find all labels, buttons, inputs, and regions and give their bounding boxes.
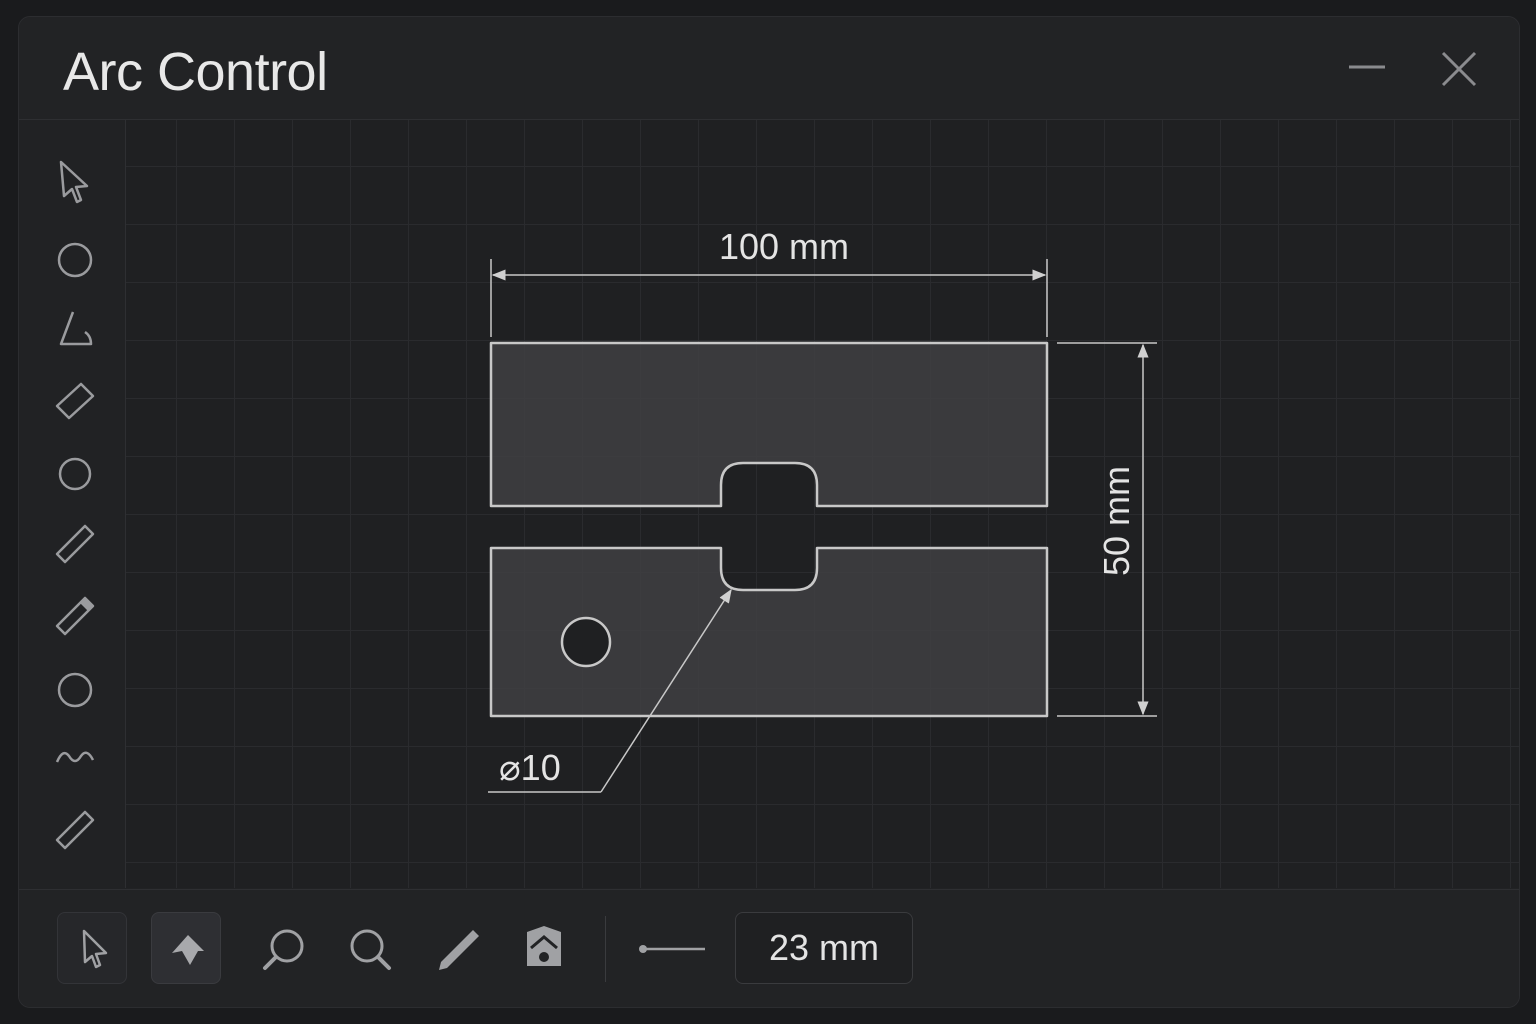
- titlebar: Arc Control: [19, 17, 1519, 120]
- width-dimension-label: 100 mm: [719, 226, 849, 267]
- ruler-icon: [55, 596, 95, 636]
- tool-circle[interactable]: [47, 232, 103, 288]
- tool-angle[interactable]: [47, 302, 103, 358]
- home-icon: [527, 926, 561, 966]
- app-window: Arc Control 100 mm 50 mm ⌀10 23 mm: [18, 16, 1520, 1008]
- close-button[interactable]: [1437, 47, 1481, 91]
- pencil-icon: [439, 930, 479, 970]
- pencil-button[interactable]: [423, 912, 493, 984]
- home-button[interactable]: [509, 912, 579, 984]
- select-tool-button[interactable]: [57, 912, 127, 984]
- zoom-icon: [350, 929, 391, 970]
- toolbar-divider: [605, 916, 606, 982]
- pointer-icon: [59, 160, 89, 204]
- zoom-button[interactable]: [335, 912, 405, 984]
- tool-sidebar: [19, 120, 126, 888]
- tool-ruler[interactable]: [47, 588, 103, 644]
- arc-arrow-icon: [172, 935, 204, 965]
- cad-drawing: 100 mm 50 mm ⌀10: [488, 226, 1157, 793]
- height-dimension: 50 mm: [1057, 342, 1157, 717]
- tool-wave[interactable]: [47, 730, 103, 786]
- search-button[interactable]: [249, 912, 319, 984]
- hole-callout-label: ⌀10: [499, 747, 561, 788]
- circle-icon: [57, 242, 93, 278]
- close-icon: [1441, 51, 1477, 87]
- arc-tool-button[interactable]: [151, 912, 221, 984]
- select-icon: [82, 929, 108, 969]
- circle-icon: [57, 672, 93, 708]
- wave-icon: [55, 751, 95, 763]
- diamond-icon: [55, 382, 95, 420]
- line-weight-icon: [639, 945, 705, 953]
- app-title: Arc Control: [63, 42, 328, 102]
- line-weight-button[interactable]: [633, 912, 713, 984]
- bottom-toolbar: 23 mm: [19, 889, 1519, 1007]
- measurement-field[interactable]: 23 mm: [735, 912, 913, 984]
- minimize-icon: [1349, 65, 1385, 69]
- line-icon: [55, 524, 95, 564]
- minimize-button[interactable]: [1345, 47, 1389, 91]
- drawing-canvas[interactable]: 100 mm 50 mm ⌀10: [126, 120, 1519, 888]
- hole[interactable]: [560, 616, 612, 668]
- tool-circle-3[interactable]: [47, 662, 103, 718]
- tool-circle-2[interactable]: [47, 446, 103, 502]
- angle-icon: [59, 311, 93, 346]
- tool-line-2[interactable]: [47, 802, 103, 858]
- tool-diamond[interactable]: [47, 372, 103, 428]
- tool-pointer[interactable]: [47, 156, 103, 212]
- search-icon: [263, 929, 304, 970]
- tool-line[interactable]: [47, 516, 103, 572]
- width-dimension: 100 mm: [490, 226, 1048, 337]
- circle-icon: [58, 457, 92, 491]
- upper-part[interactable]: [489, 341, 1049, 508]
- line-icon: [55, 810, 95, 850]
- height-dimension-label: 50 mm: [1096, 466, 1137, 576]
